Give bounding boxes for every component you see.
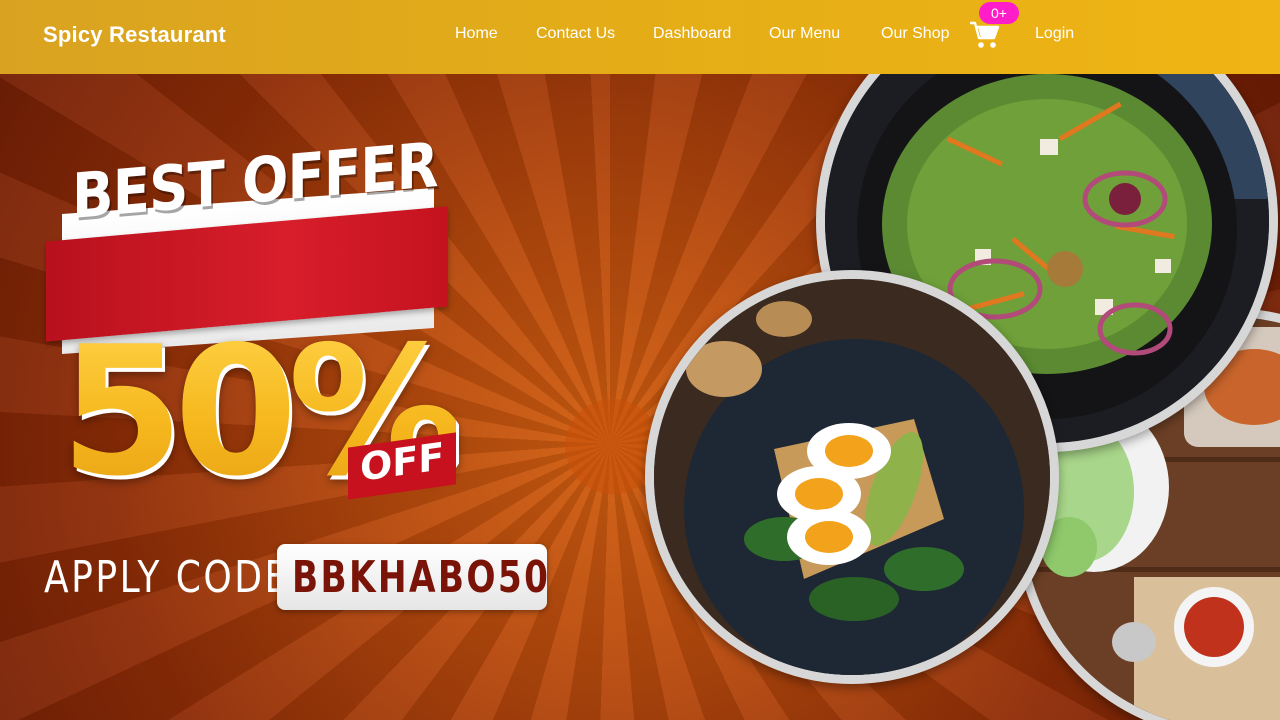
nav-link-dashboard[interactable]: Dashboard	[653, 25, 731, 43]
navbar: Spicy Restaurant Home Contact Us Dashboa…	[0, 0, 1280, 74]
apply-code-label: APPLY CODE	[44, 552, 290, 603]
nav-link-our-menu[interactable]: Our Menu	[769, 25, 840, 43]
nav-link-our-shop[interactable]: Our Shop	[881, 25, 949, 43]
nav-link-login[interactable]: Login	[1035, 25, 1074, 43]
nav-link-contact-us[interactable]: Contact Us	[536, 25, 615, 43]
cart-icon[interactable]	[969, 20, 1001, 50]
promo-code[interactable]: BBKHABO50	[292, 552, 550, 603]
brand-logo[interactable]: Spicy Restaurant	[43, 22, 226, 48]
egg-toast-dish-image	[645, 270, 1059, 684]
nav-link-home[interactable]: Home	[455, 25, 498, 43]
cart-count-badge: 0+	[979, 2, 1019, 24]
hero-banner: BEST OFFER 50% OFF APPLY CODE BBKHABO50	[0, 74, 1280, 720]
